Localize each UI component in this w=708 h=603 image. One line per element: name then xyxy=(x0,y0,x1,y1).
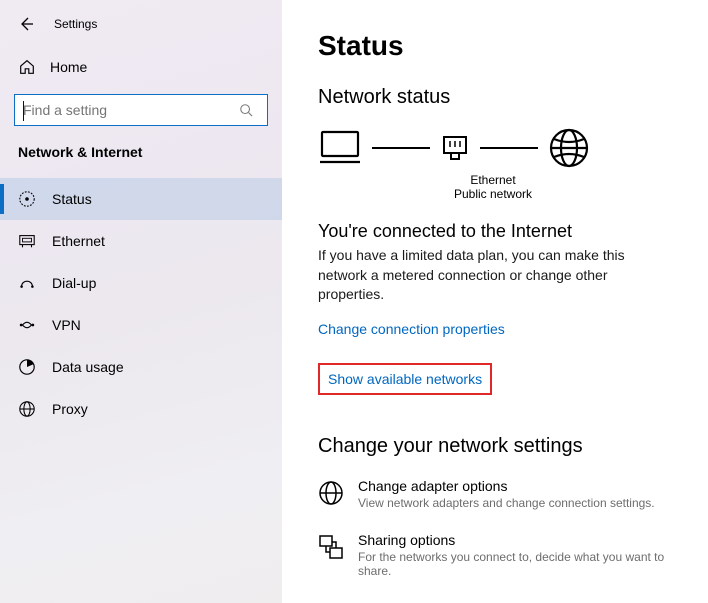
option-change-adapter[interactable]: Change adapter options View network adap… xyxy=(318,478,688,510)
link-show-available-networks[interactable]: Show available networks xyxy=(318,363,492,395)
ethernet-jack-icon xyxy=(440,133,470,163)
main-content: Status Network status Ethernet Public ne… xyxy=(282,0,708,603)
search-input[interactable] xyxy=(15,102,239,118)
search-box[interactable] xyxy=(14,94,268,126)
header-row: Settings xyxy=(0,0,282,44)
connection-name: Ethernet xyxy=(368,173,618,187)
nav-group-title: Network & Internet xyxy=(0,144,282,170)
app-title: Settings xyxy=(54,17,97,31)
search-icon[interactable] xyxy=(239,103,267,117)
nav-list: Status Ethernet Dial-up VPN Data usage xyxy=(0,178,282,430)
nav-item-dialup[interactable]: Dial-up xyxy=(0,262,282,304)
nav-item-datausage[interactable]: Data usage xyxy=(0,346,282,388)
connection-line xyxy=(372,147,430,149)
home-label: Home xyxy=(50,59,87,75)
nav-item-status[interactable]: Status xyxy=(0,178,282,220)
status-icon xyxy=(18,190,36,208)
globe-icon xyxy=(548,127,590,169)
text-caret xyxy=(23,101,24,121)
data-usage-icon xyxy=(18,358,36,376)
option-title: Sharing options xyxy=(358,532,688,548)
nav-label: Data usage xyxy=(52,359,124,375)
nav-label: Proxy xyxy=(52,401,88,417)
sharing-icon xyxy=(318,534,344,560)
nav-label: VPN xyxy=(52,317,81,333)
home-icon xyxy=(18,58,36,76)
back-button[interactable] xyxy=(16,14,36,34)
diagram-caption: Ethernet Public network xyxy=(368,173,618,201)
nav-item-vpn[interactable]: VPN xyxy=(0,304,282,346)
nav-label: Ethernet xyxy=(52,233,105,249)
connected-description: If you have a limited data plan, you can… xyxy=(318,246,660,305)
network-diagram xyxy=(318,127,688,169)
proxy-icon xyxy=(18,400,36,418)
page-title: Status xyxy=(318,30,688,62)
network-profile: Public network xyxy=(368,187,618,201)
option-desc: For the networks you connect to, decide … xyxy=(358,550,688,578)
sidebar: Settings Home Network & Internet Status … xyxy=(0,0,282,603)
nav-label: Dial-up xyxy=(52,275,96,291)
adapter-icon xyxy=(318,480,344,506)
section-title-network-status: Network status xyxy=(318,86,688,109)
link-change-connection-properties[interactable]: Change connection properties xyxy=(318,321,505,337)
option-desc: View network adapters and change connect… xyxy=(358,496,655,510)
option-sharing[interactable]: Sharing options For the networks you con… xyxy=(318,532,688,578)
section-title-change-settings: Change your network settings xyxy=(318,435,688,458)
computer-icon xyxy=(318,128,362,168)
nav-item-proxy[interactable]: Proxy xyxy=(0,388,282,430)
option-title: Change adapter options xyxy=(358,478,655,494)
ethernet-icon xyxy=(18,232,36,250)
nav-item-ethernet[interactable]: Ethernet xyxy=(0,220,282,262)
vpn-icon xyxy=(18,316,36,334)
connected-heading: You're connected to the Internet xyxy=(318,221,688,242)
dialup-icon xyxy=(18,274,36,292)
nav-label: Status xyxy=(52,191,92,207)
connection-line xyxy=(480,147,538,149)
home-nav-item[interactable]: Home xyxy=(0,44,282,90)
